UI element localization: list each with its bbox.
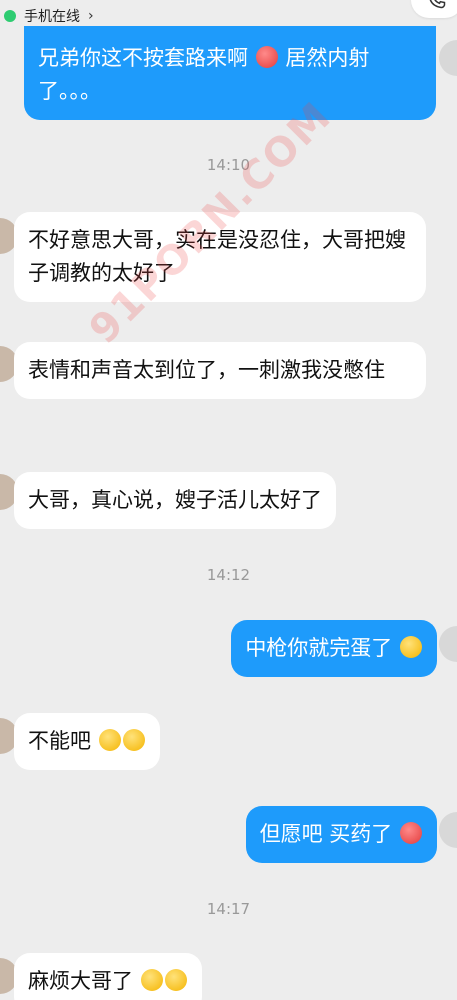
message-bubble-incoming[interactable]: 不能吧	[14, 713, 160, 770]
timestamp: 14:17	[206, 900, 251, 918]
phone-icon	[429, 0, 446, 9]
flushed-emoji-icon	[400, 822, 422, 844]
teary-emoji-icon	[164, 969, 187, 991]
message-bubble-outgoing[interactable]: 但愿吧 买药了	[245, 806, 437, 863]
laugh-cry-emoji-icon	[122, 729, 145, 751]
avatar[interactable]	[439, 626, 457, 662]
online-status-label: 手机在线	[24, 9, 80, 25]
online-indicator-icon	[4, 10, 16, 22]
flushed-emoji-icon	[255, 46, 278, 68]
message-bubble-outgoing[interactable]: 中枪你就完蛋了	[231, 620, 437, 677]
message-text: 但愿吧 买药了	[259, 822, 393, 846]
message-bubble-incoming[interactable]: 麻烦大哥了	[14, 953, 202, 1000]
message-text: 兄弟你这不按套路来啊	[38, 46, 248, 70]
message-text: 大哥，真心说，嫂子活儿太好了	[28, 488, 322, 512]
message-text: 不能吧	[28, 729, 91, 753]
timestamp: 14:10	[206, 156, 251, 174]
message-bubble-outgoing[interactable]: 兄弟你这不按套路来啊 居然内射了。。。	[24, 26, 436, 120]
message-bubble-incoming[interactable]: 不好意思大哥，实在是没忍住，大哥把嫂子调教的太好了	[14, 212, 426, 302]
message-bubble-incoming[interactable]: 大哥，真心说，嫂子活儿太好了	[14, 472, 336, 529]
message-text: 麻烦大哥了	[28, 969, 133, 993]
message-bubble-incoming[interactable]: 表情和声音太到位了，一刺激我没憋住	[14, 342, 426, 399]
message-text: 不好意思大哥，实在是没忍住，大哥把嫂子调教的太好了	[28, 228, 406, 285]
message-text: 中枪你就完蛋了	[245, 636, 393, 660]
smirk-emoji-icon	[400, 636, 422, 658]
chevron-right-icon: ›	[88, 8, 94, 24]
teary-emoji-icon	[140, 969, 163, 991]
message-text: 表情和声音太到位了，一刺激我没憋住	[28, 358, 385, 382]
laugh-cry-emoji-icon	[98, 729, 121, 751]
timestamp: 14:12	[206, 566, 251, 584]
avatar[interactable]	[439, 40, 457, 76]
avatar[interactable]	[439, 812, 457, 848]
